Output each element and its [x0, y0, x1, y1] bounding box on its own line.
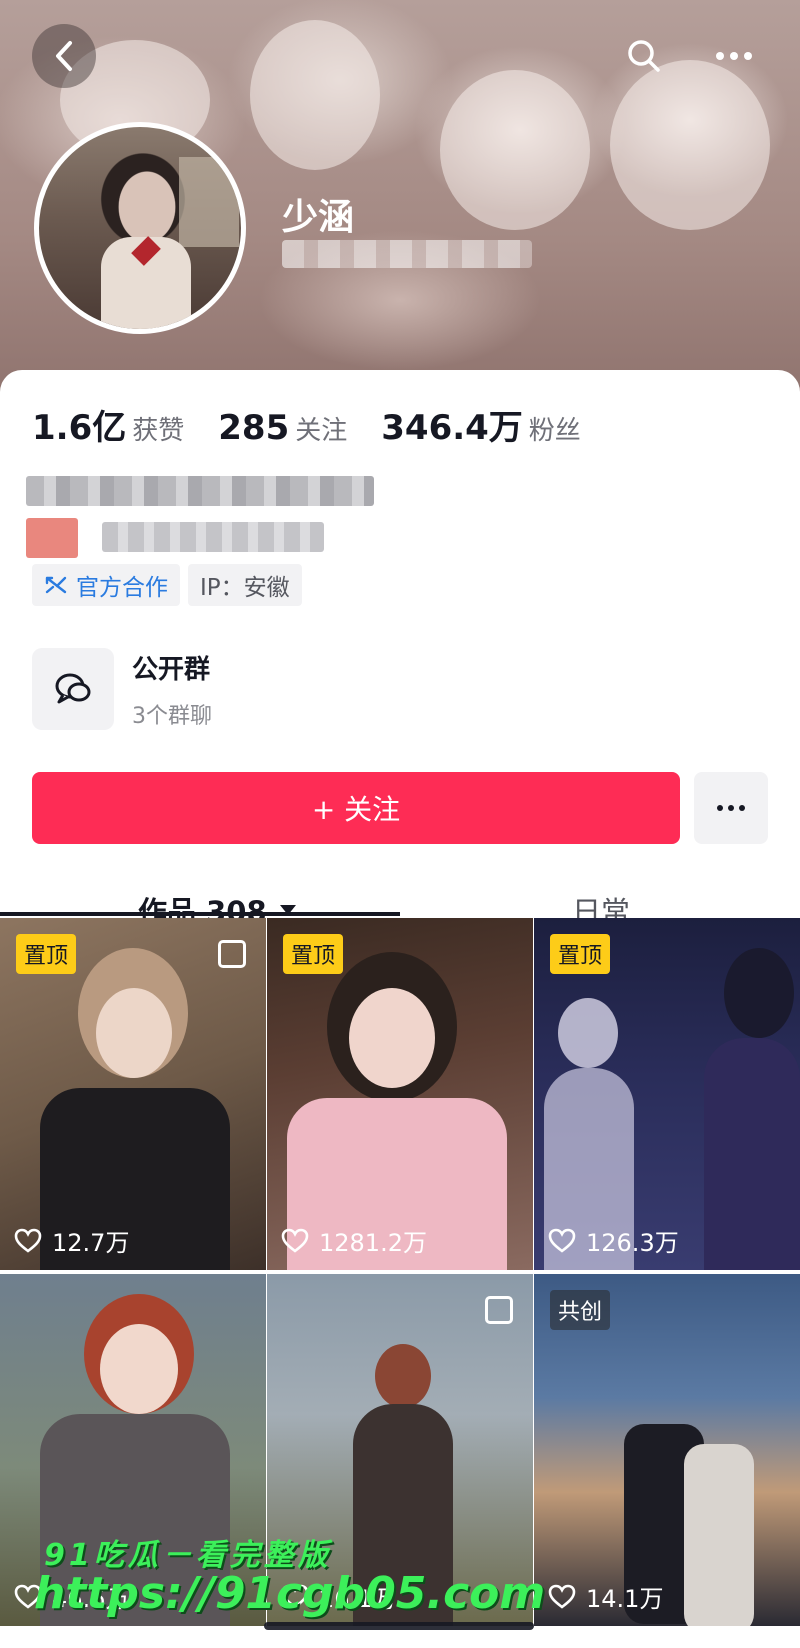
group-text: 公开群 3个群聊 [132, 649, 212, 730]
blurred-bio-line [102, 522, 324, 552]
chevron-left-icon [56, 41, 72, 71]
video-likes: 126.3万 [548, 1223, 679, 1258]
video-likes-count: 12.7万 [52, 1229, 130, 1257]
cover-decoration [440, 70, 590, 230]
pinned-badge: 置顶 [283, 934, 344, 974]
stats-row: 1.6亿 获赞 285 关注 346.4万 粉丝 [32, 400, 615, 449]
profile-tags: 官方合作 IP：安徽 [32, 564, 302, 606]
video-likes: 12.7万 [14, 1223, 129, 1258]
following-label[interactable]: 关注 [295, 410, 347, 447]
video-likes-count: 14.1万 [586, 1585, 664, 1613]
followers-count[interactable]: 346.4万 [381, 400, 523, 449]
group-subtitle: 3个群聊 [132, 703, 212, 729]
heart-icon [548, 1228, 576, 1253]
blurred-bio-emoji [26, 518, 78, 558]
profile-card: 1.6亿 获赞 285 关注 346.4万 粉丝 官方合作 IP：安徽 公开群 [0, 370, 800, 1648]
watermark-url: https://91cgb05.com [34, 1568, 546, 1619]
official-tag-label: 官方合作 [76, 575, 168, 601]
more-actions-button[interactable] [694, 772, 768, 844]
chat-bubbles-icon [55, 673, 91, 704]
more-options-button[interactable] [712, 34, 756, 78]
thumbnail-figure [100, 1324, 178, 1414]
thumbnail-figure [684, 1444, 754, 1626]
heart-icon [548, 1584, 576, 1609]
group-title: 公开群 [132, 654, 211, 685]
active-tab-indicator [0, 912, 400, 916]
group-chat-icon-box [32, 648, 114, 730]
multi-image-icon [485, 1296, 513, 1324]
cover-decoration [610, 60, 770, 230]
video-likes: 14.1万 [548, 1579, 663, 1614]
thumbnail-figure [724, 948, 794, 1038]
co-creation-badge: 共创 [550, 1290, 611, 1330]
video-likes-count: 1281.2万 [319, 1229, 427, 1257]
following-count[interactable]: 285 [218, 408, 289, 448]
thumbnail-figure [558, 998, 618, 1068]
likes-label: 获赞 [132, 416, 185, 446]
blurred-bio-line [26, 476, 374, 506]
heart-icon [281, 1228, 309, 1253]
ellipsis-icon [716, 52, 752, 60]
link-icon [45, 576, 67, 594]
video-thumbnail[interactable]: 置顶 1281.2万 [267, 918, 533, 1270]
thumbnail-figure [704, 1038, 800, 1270]
video-thumbnail[interactable]: 共创 14.1万 [534, 1274, 800, 1626]
thumbnail-figure [349, 988, 435, 1088]
search-button[interactable] [622, 34, 666, 78]
search-icon [628, 40, 660, 72]
avatar[interactable] [34, 122, 246, 334]
official-cooperation-tag[interactable]: 官方合作 [32, 564, 180, 606]
video-thumbnail[interactable]: 置顶 12.7万 [0, 918, 266, 1270]
follow-button[interactable]: + 关注 [32, 772, 680, 844]
thumbnail-figure [96, 988, 172, 1078]
multi-image-icon [218, 940, 246, 968]
ip-location-tag: IP：安徽 [188, 564, 302, 606]
home-indicator [264, 1622, 534, 1630]
likes-count: 1.6亿 [32, 408, 127, 448]
followers-label[interactable]: 粉丝 [529, 410, 581, 447]
video-thumbnail[interactable]: 置顶 126.3万 [534, 918, 800, 1270]
video-likes: 1281.2万 [281, 1223, 427, 1258]
pinned-badge: 置顶 [16, 934, 77, 974]
ip-location-label: IP：安徽 [200, 575, 290, 601]
thumbnail-figure [375, 1344, 431, 1408]
back-button[interactable] [32, 24, 96, 88]
pinned-badge: 置顶 [550, 934, 611, 974]
username: 少涵 [282, 197, 355, 238]
ellipsis-icon [717, 805, 745, 811]
blurred-user-id [282, 240, 532, 268]
public-group-entry[interactable]: 公开群 3个群聊 [32, 648, 212, 730]
avatar-background [179, 157, 239, 247]
cover-decoration [250, 20, 380, 170]
video-likes-count: 126.3万 [586, 1229, 679, 1257]
heart-icon [14, 1228, 42, 1253]
